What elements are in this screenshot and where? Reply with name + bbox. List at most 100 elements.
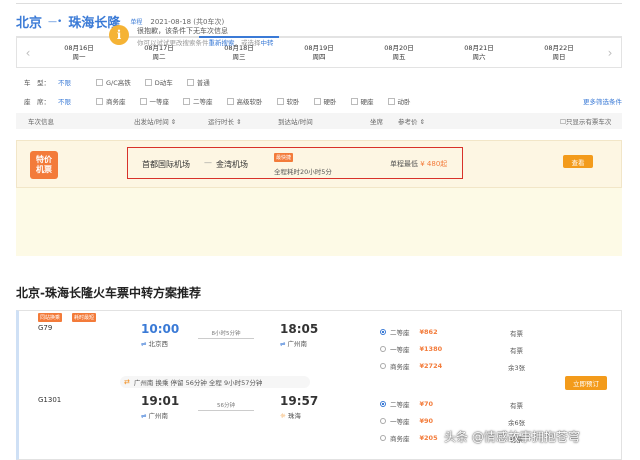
seat-option-soft-sleeper[interactable]: 软卧	[276, 96, 300, 106]
leg2-seat-first[interactable]: 一等座 ¥90	[380, 416, 433, 426]
type-option-gc[interactable]: G/C高铁	[96, 77, 131, 87]
train-type-label: 车 型：	[24, 79, 50, 87]
route-from: 北京	[16, 16, 43, 31]
leg1-duration: 8小时5分钟	[198, 329, 254, 339]
radio-icon[interactable]	[380, 363, 386, 369]
checkbox-icon[interactable]	[313, 97, 321, 105]
flight-from: 首都国际机场	[142, 160, 190, 169]
pass-station-icon: ⇌	[280, 340, 286, 348]
leg2-seat-second[interactable]: 二等座 ¥70	[380, 399, 433, 409]
col-departure[interactable]: 出发站/时间 ⇕	[134, 116, 208, 126]
date-tab-0822[interactable]: 08月22日 周日	[519, 38, 599, 67]
checkbox-icon[interactable]	[96, 78, 103, 86]
radio-icon[interactable]	[380, 435, 386, 441]
oneway-label: 单程	[130, 19, 143, 26]
flight-info-box: 首都国际机场 — 金湾机场 最快捷 全程耗时20小时5分 单程最低 ¥ 480起	[127, 147, 463, 179]
pass-station-icon: ⇌	[141, 412, 147, 420]
no-results-notice	[16, 188, 622, 256]
radio-icon[interactable]	[380, 418, 386, 424]
leg1-arrival-station: ⇌ 广州南	[280, 340, 308, 348]
leg2-duration: 56分钟	[198, 401, 254, 411]
leg1-train-number[interactable]: G79	[38, 324, 52, 332]
leg2-departure-time: 19:01	[141, 394, 180, 408]
col-seat: 坐席	[370, 118, 383, 126]
top-divider	[16, 0, 622, 4]
checkbox-icon[interactable]	[276, 97, 284, 105]
seat-filter: 座 席： 不限 商务座 一等座 二等座 高级软卧 软卧 硬卧 硬座 动卧	[24, 96, 425, 106]
type-option-normal[interactable]: 普通	[186, 77, 210, 87]
date-selector: ‹ 08月16日 周一 08月17日 周二 08月18日 周三 08月19日 周四 08…	[16, 36, 622, 68]
leg1-seat-business[interactable]: 商务座 ¥2724	[380, 361, 442, 371]
leg2-train-number[interactable]: G1301	[38, 396, 61, 404]
only-available-checkbox[interactable]: ☐只显示有票车次	[560, 116, 611, 126]
train-type-any[interactable]: 不限	[58, 77, 96, 87]
transfer-info-bar: ⇄ 广州南 换乘 停留 56分钟 全程 9小时57分钟	[120, 376, 310, 388]
checkbox-icon[interactable]	[96, 97, 103, 105]
type-option-d[interactable]: D动车	[144, 77, 173, 87]
next-date-icon[interactable]: ›	[599, 38, 621, 67]
checkbox-icon[interactable]	[387, 97, 395, 105]
transfer-link[interactable]: 中转	[261, 39, 274, 47]
cheap-flight-badge: 特价 机票	[30, 151, 58, 179]
no-results-message: 很抱歉，该条件下无车次信息	[137, 27, 228, 35]
col-duration[interactable]: 运行时长 ⇕	[208, 116, 278, 126]
seat-option-hard-seat[interactable]: 硬座	[350, 96, 374, 106]
radio-icon[interactable]	[380, 346, 386, 352]
radio-selected-icon[interactable]	[380, 401, 386, 407]
same-station-tag: 同站换乘	[38, 313, 63, 322]
flight-dash: —	[204, 158, 212, 167]
col-arrival: 到达站/时间	[278, 118, 313, 126]
fastest-tag: 最快捷	[274, 153, 294, 162]
prev-date-icon[interactable]: ‹	[17, 38, 39, 67]
col-price[interactable]: 参考价 ⇕	[398, 116, 560, 126]
leg2-first-availability: 余6张	[508, 419, 526, 427]
leg1-first-availability: 有票	[510, 347, 523, 355]
checkbox-icon[interactable]	[183, 97, 190, 105]
checkbox-icon[interactable]	[144, 78, 152, 86]
seat-option-deluxe-soft[interactable]: 高级软卧	[226, 96, 263, 106]
more-filters-link[interactable]: 更多筛选条件	[583, 96, 622, 106]
watermark-text: 头条 @情感故事拥抱苍穹	[444, 430, 580, 444]
leg1-departure-time: 10:00	[141, 322, 180, 336]
leg1-seat-first[interactable]: 一等座 ¥1380	[380, 344, 442, 354]
flight-to: 金湾机场	[216, 160, 248, 169]
shortest-time-tag: 耗时最短	[72, 313, 97, 322]
date-tab-0821[interactable]: 08月21日 周六	[439, 38, 519, 67]
research-link[interactable]: 重新搜索	[209, 39, 235, 47]
date-tab-0816[interactable]: 08月16日 周一	[39, 38, 119, 67]
radio-selected-icon[interactable]	[380, 329, 386, 335]
col-train-info: 车次信息	[28, 118, 54, 126]
transfer-section-title: 北京-珠海长隆火车票中转方案推荐	[16, 286, 201, 300]
book-now-button[interactable]: 立即预订	[565, 376, 607, 390]
seat-option-dongwo[interactable]: 动卧	[387, 96, 411, 106]
checkbox-icon[interactable]	[139, 97, 147, 105]
flight-price: 单程最低 ¥ 480起	[390, 160, 448, 168]
leg1-second-availability: 有票	[510, 330, 523, 338]
leg2-arrival-station: ☼ 珠海	[280, 412, 301, 420]
leg1-arrival-time: 18:05	[280, 322, 319, 336]
seat-option-second[interactable]: 二等座	[183, 96, 213, 106]
view-flight-button[interactable]: 查看	[563, 155, 593, 168]
seat-option-first[interactable]: 一等座	[139, 96, 169, 106]
seat-any[interactable]: 不限	[58, 96, 96, 106]
checkbox-icon[interactable]	[226, 97, 234, 105]
leg2-arrival-time: 19:57	[280, 394, 319, 408]
info-icon: i	[109, 25, 129, 45]
seat-option-business[interactable]: 商务座	[96, 96, 126, 106]
date-tab-0819[interactable]: 08月19日 周四	[279, 38, 359, 67]
table-header: 车次信息 出发站/时间 ⇕ 运行时长 ⇕ 到达站/时间 坐席 参考价 ⇕ ☐只显…	[16, 113, 622, 129]
transfer-icon: ⇄	[124, 378, 130, 386]
seat-label: 座 席：	[24, 98, 50, 106]
seat-option-hard-sleeper[interactable]: 硬卧	[313, 96, 337, 106]
leg1-business-availability: 余3张	[508, 364, 526, 372]
leg2-second-availability: 有票	[510, 402, 523, 410]
checkbox-icon[interactable]	[186, 78, 194, 86]
leg2-seat-business[interactable]: 商务座 ¥205	[380, 433, 438, 443]
leg1-seat-second[interactable]: 二等座 ¥862	[380, 327, 438, 337]
leg1-departure-station: ⇌ 北京西	[141, 340, 169, 348]
route-arrow-icon: —•	[48, 16, 63, 27]
start-station-icon: ⇌	[141, 340, 147, 348]
end-station-icon: ☼	[280, 412, 286, 420]
checkbox-icon[interactable]	[350, 97, 358, 105]
date-tab-0820[interactable]: 08月20日 周五	[359, 38, 439, 67]
